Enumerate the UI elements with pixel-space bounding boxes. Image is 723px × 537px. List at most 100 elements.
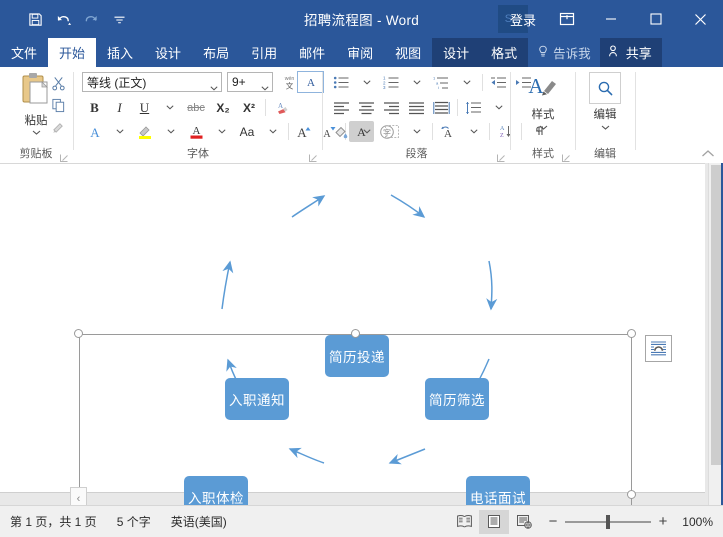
view-web-layout[interactable] xyxy=(509,510,539,534)
borders-dropdown-icon[interactable] xyxy=(404,121,429,142)
decrease-indent-icon[interactable] xyxy=(486,72,511,93)
window-controls: 登录 xyxy=(500,0,723,38)
svg-text:A: A xyxy=(528,74,544,98)
ribbon-tab-bar: 文件 开始 插入 设计 布局 引用 邮件 审阅 视图 设计 格式 告诉我 共享 xyxy=(0,38,723,67)
zoom-in-button[interactable]: + xyxy=(657,513,669,530)
italic-button[interactable]: I xyxy=(107,97,132,118)
format-painter-icon[interactable] xyxy=(45,116,71,138)
character-border-icon[interactable]: A xyxy=(297,71,324,93)
align-left-icon[interactable] xyxy=(329,97,354,118)
tab-insert[interactable]: 插入 xyxy=(96,38,144,67)
tab-view[interactable]: 视图 xyxy=(384,38,432,67)
maximize-button[interactable] xyxy=(633,0,678,38)
underline-dropdown-icon[interactable] xyxy=(157,97,182,118)
customize-qat-icon[interactable] xyxy=(106,6,132,32)
share-button[interactable]: 共享 xyxy=(599,38,662,67)
highlight-dropdown-icon[interactable] xyxy=(158,121,183,142)
clear-formatting-icon[interactable]: A xyxy=(269,97,295,118)
selection-frame[interactable] xyxy=(74,329,636,505)
language-indicator[interactable]: 英语(美国) xyxy=(161,513,237,530)
tab-file[interactable]: 文件 xyxy=(0,38,48,67)
bold-button[interactable]: B xyxy=(82,97,107,118)
cut-icon[interactable] xyxy=(45,72,71,94)
shading-dropdown-icon[interactable] xyxy=(354,121,379,142)
document-page[interactable]: 简历投递 简历筛选 电话面试 笔试 一次面试 二次面试 入职体检 入职通知 xyxy=(0,163,705,505)
editing-button[interactable]: 编辑 xyxy=(577,72,633,130)
highlight-color-icon[interactable] xyxy=(132,121,158,142)
group-label-paragraph: 段落 xyxy=(405,148,428,160)
numbering-dropdown-icon[interactable] xyxy=(404,72,429,93)
font-size-input[interactable]: 9+ xyxy=(227,72,273,92)
line-spacing-icon[interactable] xyxy=(461,97,486,118)
subscript-button[interactable]: X₂ xyxy=(210,97,236,118)
distribute-icon[interactable] xyxy=(429,97,454,118)
tab-references[interactable]: 引用 xyxy=(240,38,288,67)
svg-text:A: A xyxy=(90,125,100,140)
tell-me-box[interactable]: 告诉我 xyxy=(528,38,600,67)
multilevel-list-icon[interactable]: 1ai xyxy=(429,72,454,93)
align-right-icon[interactable] xyxy=(379,97,404,118)
view-read-mode[interactable] xyxy=(449,510,479,534)
strikethrough-button[interactable]: abc xyxy=(182,97,210,118)
layout-options-icon[interactable] xyxy=(645,335,672,362)
underline-button[interactable]: U xyxy=(132,97,157,118)
tab-smartart-format[interactable]: 格式 xyxy=(480,38,529,67)
resize-handle-top-left[interactable] xyxy=(74,329,83,338)
bullets-dropdown-icon[interactable] xyxy=(354,72,379,93)
chevron-down-icon[interactable] xyxy=(210,80,218,94)
styles-button[interactable]: A 样式 xyxy=(512,72,574,130)
text-effects-dropdown-icon[interactable] xyxy=(107,121,132,142)
grow-font-icon[interactable]: A xyxy=(292,121,317,142)
resize-handle-top-right[interactable] xyxy=(627,329,636,338)
view-print-layout[interactable] xyxy=(479,509,509,534)
save-icon[interactable] xyxy=(22,6,48,32)
resize-handle-middle-right[interactable] xyxy=(627,490,636,499)
ribbon-display-options-icon[interactable] xyxy=(546,0,588,38)
tab-layout[interactable]: 布局 xyxy=(192,38,240,67)
justify-icon[interactable] xyxy=(404,97,429,118)
close-button[interactable] xyxy=(678,0,723,38)
paragraph-shading-icon[interactable] xyxy=(329,121,354,142)
superscript-button[interactable]: X² xyxy=(236,97,262,118)
text-effects-icon[interactable]: A xyxy=(82,121,107,142)
tab-home[interactable]: 开始 xyxy=(48,38,97,67)
page-indicator[interactable]: 第 1 页，共 1 页 xyxy=(0,513,107,530)
signin-button[interactable]: 登录 xyxy=(500,0,546,38)
redo-icon[interactable] xyxy=(78,6,104,32)
change-case-button[interactable]: Aa xyxy=(234,121,260,142)
clipboard-dialog-launcher[interactable] xyxy=(59,150,69,162)
minimize-button[interactable] xyxy=(588,0,633,38)
zoom-control: − + xyxy=(539,513,677,530)
font-color-icon[interactable]: A xyxy=(183,121,209,142)
word-count[interactable]: 5 个字 xyxy=(107,513,161,530)
zoom-slider-thumb[interactable] xyxy=(606,514,610,529)
bullets-icon[interactable] xyxy=(329,72,354,93)
document-area[interactable]: 简历投递 简历筛选 电话面试 笔试 一次面试 二次面试 入职体检 入职通知 xyxy=(0,163,723,505)
paragraph-dialog-launcher[interactable] xyxy=(496,150,506,162)
undo-icon[interactable] xyxy=(50,6,76,32)
tab-smartart-design[interactable]: 设计 xyxy=(432,38,481,67)
chevron-down-icon[interactable] xyxy=(261,80,269,94)
font-name-input[interactable]: 等线 (正文) xyxy=(82,72,222,92)
tab-review[interactable]: 审阅 xyxy=(336,38,384,67)
font-color-dropdown-icon[interactable] xyxy=(209,121,234,142)
styles-dialog-launcher[interactable] xyxy=(561,150,571,162)
asian-layout-dropdown-icon[interactable] xyxy=(461,121,486,142)
align-center-icon[interactable] xyxy=(354,97,379,118)
numbering-icon[interactable]: 123 xyxy=(379,72,404,93)
zoom-out-button[interactable]: − xyxy=(547,513,559,530)
zoom-slider[interactable] xyxy=(565,514,651,529)
tab-design[interactable]: 设计 xyxy=(144,38,192,67)
zoom-level[interactable]: 100% xyxy=(677,515,723,529)
change-case-dropdown-icon[interactable] xyxy=(260,121,285,142)
line-spacing-dropdown-icon[interactable] xyxy=(486,97,511,118)
resize-handle-top-center[interactable] xyxy=(351,329,360,338)
collapse-ribbon-icon[interactable] xyxy=(701,146,715,160)
copy-icon[interactable] xyxy=(45,94,71,116)
asian-layout-icon[interactable]: A xyxy=(436,121,461,142)
collapse-heading-button[interactable]: ‹ xyxy=(70,487,87,505)
tab-mailings[interactable]: 邮件 xyxy=(288,38,336,67)
multilevel-dropdown-icon[interactable] xyxy=(454,72,479,93)
borders-icon[interactable] xyxy=(379,121,404,142)
font-dialog-launcher[interactable] xyxy=(308,150,318,162)
